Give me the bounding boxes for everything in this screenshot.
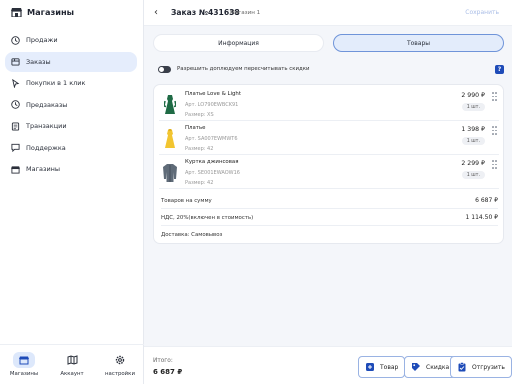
sidebar-item-label: Заказы — [26, 57, 51, 66]
add-item-button[interactable]: Товар — [358, 356, 406, 378]
main-panel: ‹ Заказ №431638 Магазин 1 Сохранить Инфо… — [144, 0, 512, 384]
sidebar-item-transactions[interactable]: Транзакции — [5, 116, 137, 136]
drag-handle-icon[interactable] — [492, 92, 497, 102]
tab-goods[interactable]: Товары — [333, 34, 504, 52]
summary-label: Доставка: Самовывоз — [161, 232, 223, 238]
ship-button[interactable]: Отгрузить — [450, 356, 512, 378]
sidebar-item-label: Покупки в 1 клик — [26, 79, 86, 87]
item-size: Размер: 42 — [185, 146, 214, 152]
sidebar-item-preorders[interactable]: Предзаказы — [5, 95, 137, 115]
dress-thumbnail — [163, 94, 177, 116]
dress-thumbnail — [163, 128, 177, 150]
button-label: Отгрузить — [472, 363, 505, 371]
item-quantity[interactable]: 1 шт. — [461, 103, 485, 111]
summary-row-vat: НДС, 20%(включен в стоимость) 1 114.50 ₽ — [161, 210, 498, 226]
bottom-nav-label: Магазины — [9, 371, 39, 377]
sidebar-item-label: Поддержка — [26, 143, 66, 152]
sidebar-nav: Продажи Заказы Покупки в 1 клик Предзака… — [5, 30, 137, 181]
sidebar-item-label: Продажи — [26, 36, 58, 44]
discount-setting: Разрешить доплюдуем пересчитывать скидки… — [158, 64, 504, 74]
box-icon — [11, 58, 20, 66]
tab-info[interactable]: Информация — [153, 34, 324, 52]
document-icon — [11, 121, 20, 131]
bottom-nav-label: настройки — [105, 371, 135, 377]
item-name: Куртка джинсовая — [185, 159, 239, 165]
cursor-icon — [12, 78, 20, 88]
item-article: Арт. SE001EWAOW16 — [185, 170, 240, 176]
sidebar-item-stores[interactable]: Магазины — [5, 159, 137, 179]
item-name: Платье Love & Light — [185, 91, 241, 97]
item-price: 1 398 ₽ — [461, 126, 485, 133]
item-size: Размер: 42 — [185, 180, 214, 186]
sidebar-item-one-click[interactable]: Покупки в 1 клик — [5, 73, 137, 93]
item-name: Платье — [185, 125, 206, 131]
sidebar-title: Магазины — [27, 7, 75, 17]
chat-icon — [11, 143, 20, 152]
bottom-nav: Магазины Аккаунт настройки — [0, 344, 144, 384]
discount-icon — [412, 363, 420, 371]
order-items-card: Платье Love & Light Арт. LO790EWBCK91 Ра… — [153, 84, 504, 244]
drag-handle-icon[interactable] — [492, 126, 497, 136]
add-item-icon — [366, 363, 374, 371]
bottom-nav-account[interactable]: Аккаунт — [52, 352, 92, 377]
item-quantity[interactable]: 1 шт. — [461, 137, 485, 145]
summary-row-total-goods: Товаров на сумму 6 687 ₽ — [161, 193, 498, 209]
item-quantity[interactable]: 1 шт. — [461, 171, 485, 179]
item-article: Арт. LO790EWBCK91 — [185, 102, 239, 108]
item-article: Арт. SA007EWMWT6 — [185, 136, 238, 142]
button-label: Товар — [380, 363, 399, 371]
clock-icon — [11, 35, 20, 45]
list-item[interactable]: Куртка джинсовая Арт. SE001EWAOW16 Разме… — [159, 156, 499, 189]
item-price: 2 990 ₽ — [461, 92, 485, 99]
order-header: ‹ Заказ №431638 Магазин 1 Сохранить — [144, 0, 512, 26]
list-item[interactable]: Платье Арт. SA007EWMWT6 Размер: 42 1 398… — [159, 122, 499, 155]
total-label: Итого: — [153, 358, 173, 364]
map-icon — [61, 352, 83, 368]
list-item[interactable]: Платье Love & Light Арт. LO790EWBCK91 Ра… — [159, 88, 499, 121]
store-icon — [11, 165, 20, 174]
sidebar-header: Магазины — [10, 6, 74, 18]
discount-button[interactable]: Скидка — [404, 356, 457, 378]
bottom-nav-settings[interactable]: настройки — [100, 352, 140, 377]
summary-value: 1 114.50 ₽ — [465, 214, 498, 221]
bottom-nav-label: Аккаунт — [60, 371, 84, 377]
drag-handle-icon[interactable] — [492, 160, 497, 170]
help-icon[interactable]: ? — [495, 64, 504, 74]
store-icon — [13, 352, 35, 368]
store-icon — [10, 6, 22, 18]
order-footer: Итого: 6 687 ₽ Товар Скидка Отгрузить — [144, 346, 512, 384]
button-label: Скидка — [426, 363, 450, 371]
sidebar-item-orders[interactable]: Заказы — [5, 51, 137, 72]
summary-row-delivery: Доставка: Самовывоз — [161, 227, 498, 243]
discount-label: Разрешить доплюдуем пересчитывать скидки — [177, 66, 310, 72]
sidebar-item-label: Магазины — [26, 165, 61, 173]
sidebar-item-label: Предзаказы — [26, 100, 68, 109]
item-price: 2 299 ₽ — [461, 160, 485, 167]
summary-value: 6 687 ₽ — [475, 197, 498, 204]
clipboard-icon — [458, 362, 466, 372]
bottom-nav-stores[interactable]: Магазины — [4, 352, 44, 377]
back-arrow-icon[interactable]: ‹ — [150, 6, 162, 18]
sidebar: Магазины Продажи Заказы Покупки в 1 клик… — [0, 0, 144, 384]
discount-toggle[interactable] — [158, 65, 171, 73]
sidebar-item-support[interactable]: Поддержка — [5, 138, 137, 158]
gear-icon — [109, 352, 131, 368]
summary-label: Товаров на сумму — [161, 197, 212, 204]
sidebar-item-label: Транзакции — [26, 122, 67, 130]
item-size: Размер: XS — [185, 112, 214, 118]
jacket-thumbnail — [163, 162, 177, 184]
tabs: Информация Товары — [153, 34, 504, 52]
summary-label: НДС, 20%(включен в стоимость) — [161, 214, 254, 221]
clock-icon — [11, 100, 20, 109]
total-value: 6 687 ₽ — [153, 368, 183, 376]
sidebar-item-sales[interactable]: Продажи — [5, 30, 137, 50]
store-name: Магазин 1 — [230, 9, 261, 16]
save-button[interactable]: Сохранить — [465, 9, 499, 16]
